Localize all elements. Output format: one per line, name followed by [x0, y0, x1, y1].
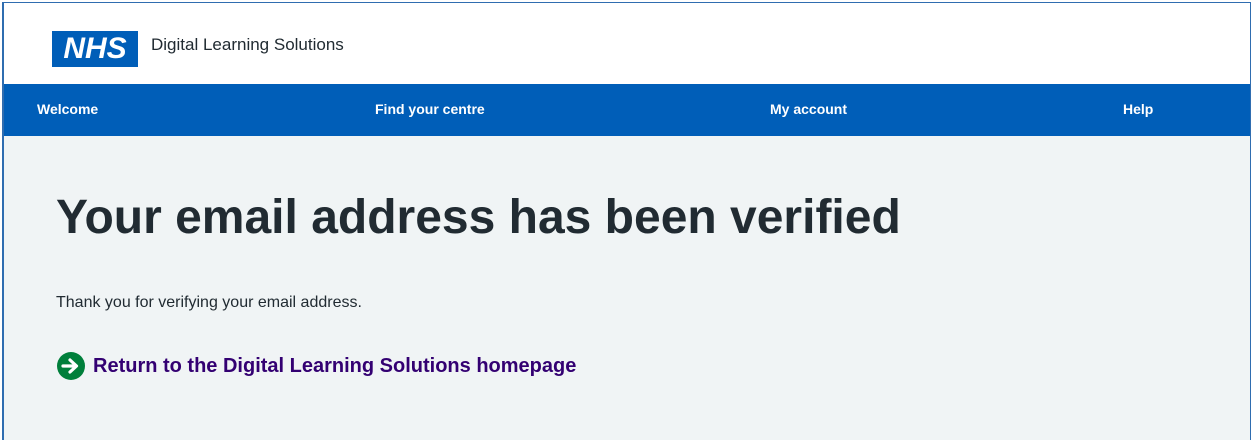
nhs-logo[interactable]: NHS — [52, 31, 138, 67]
return-homepage-link[interactable]: Return to the Digital Learning Solutions… — [56, 351, 576, 381]
nav-item-welcome[interactable]: Welcome — [37, 101, 98, 117]
site-header: NHS Digital Learning Solutions — [4, 3, 1250, 84]
page-frame: NHS Digital Learning Solutions Welcome F… — [2, 2, 1251, 440]
service-name[interactable]: Digital Learning Solutions — [151, 35, 344, 55]
confirmation-text: Thank you for verifying your email addre… — [56, 294, 362, 311]
return-homepage-link-label: Return to the Digital Learning Solutions… — [93, 354, 577, 377]
nhs-logo-text: NHS — [63, 32, 127, 65]
nav-item-find-your-centre[interactable]: Find your centre — [375, 101, 485, 117]
page-title: Your email address has been verified — [56, 191, 901, 244]
main-navigation: Welcome Find your centre My account Help — [4, 84, 1250, 136]
nav-item-help[interactable]: Help — [1123, 101, 1153, 117]
nav-item-my-account[interactable]: My account — [770, 101, 847, 117]
arrow-right-circle-icon — [56, 351, 86, 381]
